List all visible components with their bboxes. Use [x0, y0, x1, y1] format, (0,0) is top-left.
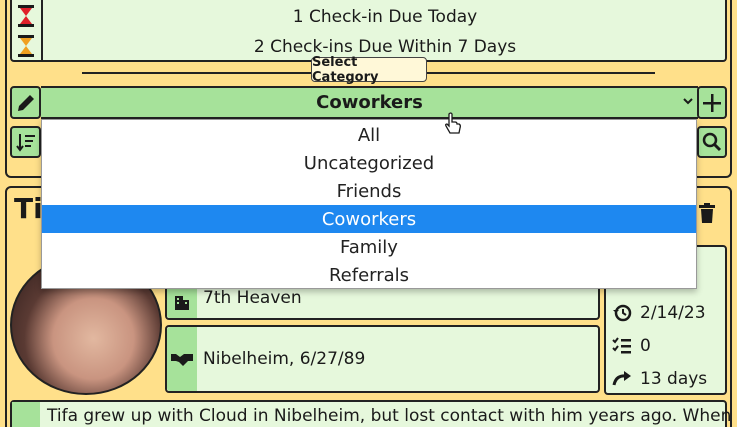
bio-panel: Tifa grew up with Cloud in Nibelheim, bu… [10, 400, 731, 427]
handshake-icon [171, 351, 193, 367]
due-summary-panel: 1 Check-in Due Today 2 Check-ins Due Wit… [10, 0, 727, 62]
checklist-icon [606, 337, 640, 355]
category-option-referrals[interactable]: Referrals [42, 261, 696, 289]
interval-row: 13 days [606, 363, 729, 395]
pencil-icon [16, 93, 36, 113]
checkin-count-row: 0 [606, 330, 729, 362]
chevron-down-icon[interactable] [682, 95, 694, 107]
last-checkin-row: 2/14/23 [606, 297, 729, 329]
category-option-friends[interactable]: Friends [42, 177, 696, 205]
sort-button[interactable] [10, 126, 41, 158]
plus-icon [702, 93, 722, 113]
interval-text: 13 days [640, 369, 708, 389]
search-button[interactable] [697, 126, 727, 158]
category-option-all[interactable]: All [42, 121, 696, 149]
category-dropdown-list: All Uncategorized Friends Coworkers Fami… [41, 119, 697, 289]
category-option-coworkers[interactable]: Coworkers [42, 205, 696, 233]
contact-name[interactable]: Ti [14, 192, 43, 225]
edit-category-button[interactable] [10, 86, 41, 119]
trash-icon[interactable] [698, 203, 716, 223]
last-checkin-text: 2/14/23 [640, 303, 706, 323]
hourglass-red-icon [17, 5, 35, 27]
select-category-label: Select Category [311, 55, 427, 85]
sort-icon [15, 132, 36, 152]
due-today-text[interactable]: 1 Check-in Due Today [45, 4, 725, 30]
history-icon [606, 303, 640, 323]
redo-arrow-icon [606, 371, 640, 387]
add-category-button[interactable] [697, 86, 727, 119]
met-row: Nibelheim, 6/27/89 [165, 325, 600, 393]
category-option-uncategorized[interactable]: Uncategorized [42, 149, 696, 177]
bio-text: Tifa grew up with Cloud in Nibelheim, bu… [47, 406, 732, 426]
building-icon [173, 292, 191, 310]
due-icons-column [10, 0, 43, 62]
category-select[interactable]: Coworkers [41, 86, 698, 119]
checkin-count-text: 0 [640, 336, 651, 356]
hourglass-orange-icon [17, 35, 35, 57]
search-icon [702, 132, 722, 152]
category-option-family[interactable]: Family [42, 233, 696, 261]
mouse-pointer-icon [444, 112, 462, 136]
met-text: Nibelheim, 6/27/89 [203, 349, 366, 369]
